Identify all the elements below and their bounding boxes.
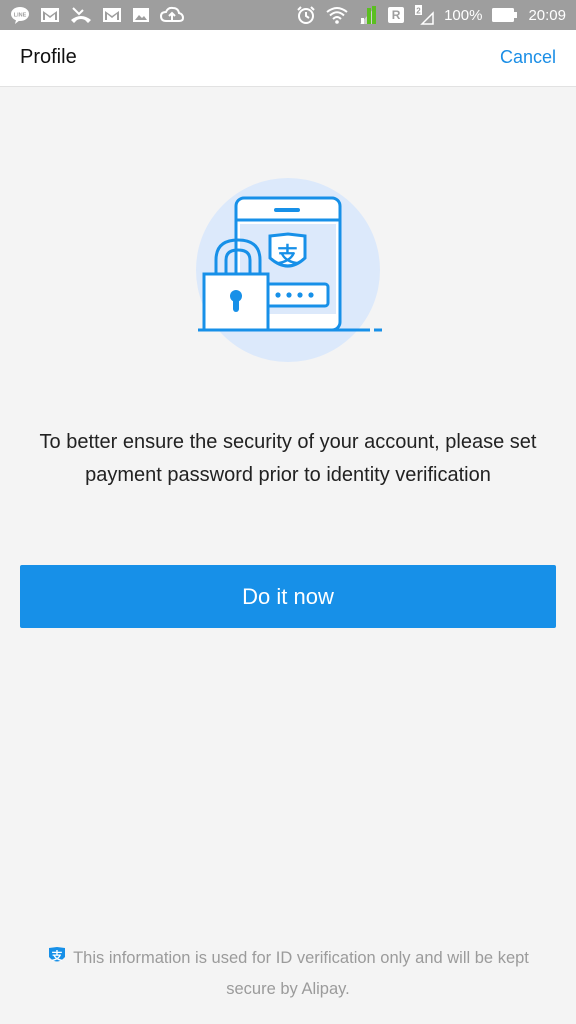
- footer-note: 支 This information is used for ID verifi…: [0, 944, 576, 1003]
- svg-text:支: 支: [51, 949, 64, 963]
- cancel-button[interactable]: Cancel: [500, 47, 556, 68]
- svg-text:2: 2: [416, 7, 421, 16]
- navigation-header: Profile Cancel: [0, 30, 576, 87]
- cloud-upload-icon: [160, 6, 184, 24]
- alarm-icon: [296, 6, 316, 24]
- wifi-icon: [326, 6, 348, 24]
- svg-text:LINE: LINE: [14, 13, 27, 19]
- status-bar: LINE R 2 100% 20:09: [0, 0, 576, 30]
- battery-percentage: 100%: [444, 6, 483, 24]
- roaming-badge: R: [388, 6, 405, 24]
- status-bar-system: R 2 100% 20:09: [296, 5, 566, 25]
- status-bar-notifications: LINE: [10, 6, 184, 24]
- page-title: Profile: [20, 46, 77, 68]
- alipay-shield-icon: 支: [47, 946, 67, 975]
- clock: 20:09: [528, 6, 566, 24]
- phone-lock-alipay-icon: 支: [192, 178, 392, 368]
- missed-call-icon: [70, 6, 92, 24]
- footer-text: This information is used for ID verifica…: [73, 949, 529, 998]
- do-it-now-button[interactable]: Do it now: [20, 565, 556, 628]
- battery-icon: [492, 6, 518, 24]
- gmail-icon: [102, 6, 122, 24]
- roaming-badge-label: R: [388, 7, 405, 23]
- gmail-icon: [40, 6, 60, 24]
- image-icon: [132, 6, 150, 24]
- svg-text:支: 支: [277, 243, 299, 267]
- signal-icon: [358, 6, 378, 24]
- line-app-icon: LINE: [10, 6, 30, 24]
- security-message: To better ensure the security of your ac…: [39, 431, 537, 486]
- sim2-signal-icon: 2: [414, 5, 434, 25]
